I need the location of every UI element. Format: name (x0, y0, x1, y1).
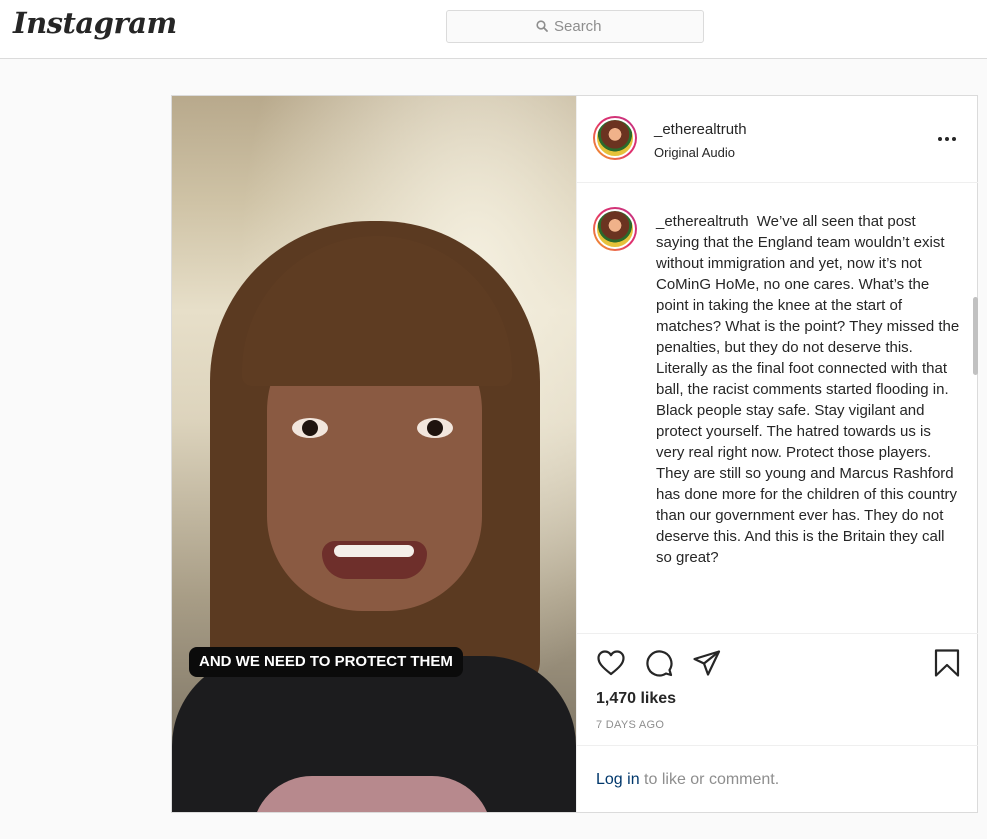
search-input[interactable] (554, 18, 614, 35)
post-video[interactable]: AND WE NEED TO PROTECT THEM (172, 96, 576, 812)
caption-username[interactable]: _etherealtruth (656, 213, 749, 230)
more-options-icon[interactable] (937, 129, 961, 149)
instagram-logo[interactable]: Instagram (13, 6, 177, 40)
post-caption: _etherealtruth We’ve all seen that post … (656, 211, 961, 568)
avatar-image (595, 118, 635, 158)
post-side-panel: _etherealtruth Original Audio _etherealt… (576, 96, 978, 812)
post-date[interactable]: 7 DAYS AGO (596, 719, 664, 731)
search-icon (536, 17, 548, 36)
post-header: _etherealtruth Original Audio (577, 96, 978, 183)
video-shirt-print (252, 776, 492, 812)
heart-icon[interactable] (596, 648, 626, 678)
avatar-image (595, 209, 635, 249)
audio-label[interactable]: Original Audio (654, 145, 735, 160)
post-actions: 1,470 likes 7 DAYS AGO (577, 633, 978, 744)
bookmark-icon[interactable] (932, 648, 962, 678)
caption-text: We’ve all seen that post saying that the… (656, 213, 960, 566)
caption-avatar[interactable] (593, 207, 637, 251)
login-prompt-text: Log in to like or comment. (596, 771, 779, 789)
share-icon[interactable] (692, 648, 722, 678)
post-card: AND WE NEED TO PROTECT THEM _etherealtru… (171, 95, 978, 813)
search-box[interactable] (446, 10, 704, 43)
login-prompt: Log in to like or comment. (577, 745, 978, 812)
top-nav: Instagram (0, 0, 987, 59)
video-subtitle: AND WE NEED TO PROTECT THEM (189, 647, 463, 677)
comments-section[interactable]: _etherealtruth We’ve all seen that post … (577, 184, 978, 632)
like-count[interactable]: 1,470 likes (596, 690, 676, 708)
login-prompt-rest: to like or comment. (639, 771, 780, 788)
author-avatar[interactable] (593, 116, 637, 160)
video-person-eye-right (417, 418, 453, 438)
login-link[interactable]: Log in (596, 771, 640, 788)
comment-icon[interactable] (644, 648, 674, 678)
author-username[interactable]: _etherealtruth (654, 121, 747, 138)
video-person-eye-left (292, 418, 328, 438)
video-person-mouth (322, 541, 427, 579)
comments-scrollbar[interactable] (973, 297, 978, 375)
